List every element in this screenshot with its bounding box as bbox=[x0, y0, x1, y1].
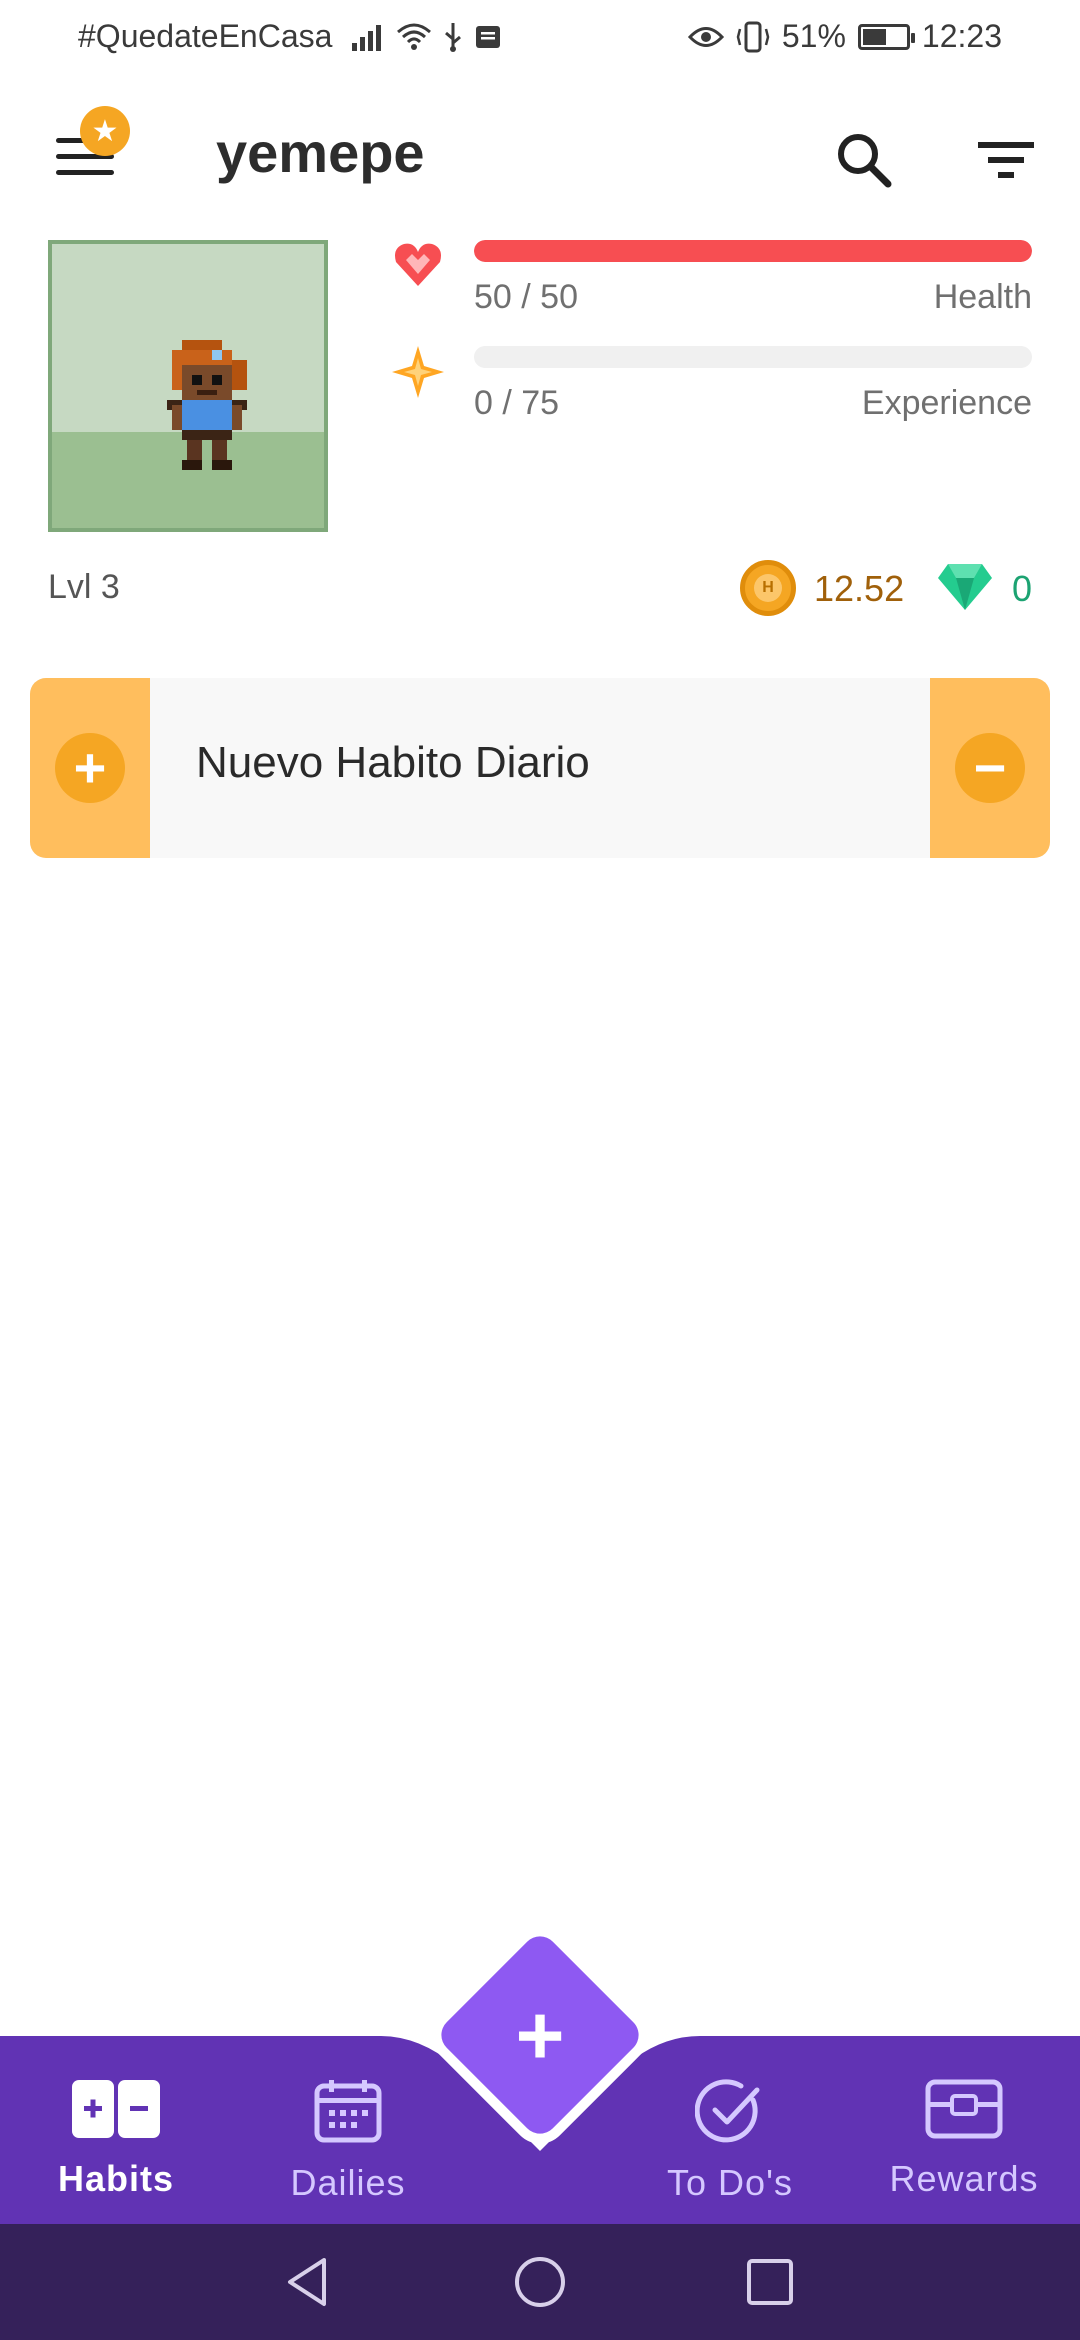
status-left: #QuedateEnCasa bbox=[78, 18, 502, 55]
status-right: 51% 12:23 bbox=[687, 18, 1002, 55]
clock: 12:23 bbox=[921, 18, 1002, 54]
page-title: yemepe bbox=[216, 121, 425, 184]
recents-icon[interactable] bbox=[742, 2254, 798, 2310]
eye-icon bbox=[687, 26, 724, 47]
star-icon bbox=[392, 346, 444, 398]
nav-dailies-label: Dailies bbox=[290, 2162, 406, 2203]
minus-icon: − bbox=[955, 733, 1025, 803]
habit-title: Nuevo Habito Diario bbox=[196, 738, 590, 787]
health-label: Health bbox=[933, 278, 1032, 316]
nav-todos[interactable]: To Do's bbox=[640, 2078, 820, 2218]
heart-icon bbox=[395, 243, 441, 286]
avatar-character bbox=[167, 340, 247, 470]
experience-value: 0 / 75 bbox=[474, 384, 560, 422]
notification-icon bbox=[476, 25, 501, 48]
experience-bar bbox=[474, 346, 1032, 368]
health-bar bbox=[474, 240, 1032, 262]
habit-minus-button[interactable]: − bbox=[930, 678, 1050, 858]
nav-rewards-label: Rewards bbox=[889, 2158, 1039, 2199]
filter-button[interactable] bbox=[970, 124, 1042, 196]
vibrate-icon bbox=[736, 21, 770, 52]
health-bar-fill bbox=[474, 240, 1032, 262]
battery-percent: 51% bbox=[781, 18, 846, 54]
app-bar: ★ yemepe bbox=[0, 76, 1080, 236]
habits-icon bbox=[72, 2080, 160, 2138]
check-circle-icon bbox=[695, 2079, 760, 2143]
filter-icon bbox=[978, 142, 1034, 178]
gold-coin-icon: H bbox=[740, 560, 796, 616]
avatar[interactable] bbox=[48, 240, 328, 532]
nav-dailies[interactable]: Dailies bbox=[258, 2078, 438, 2218]
calendar-icon bbox=[314, 2080, 382, 2143]
star-badge-icon: ★ bbox=[80, 106, 130, 156]
gem-icon[interactable] bbox=[936, 560, 994, 612]
nav-rewards[interactable]: Rewards bbox=[874, 2078, 1054, 2218]
system-navigation-bar bbox=[0, 2224, 1080, 2340]
health-value: 50 / 50 bbox=[474, 278, 578, 316]
plus-icon[interactable]: + bbox=[465, 1960, 615, 2110]
back-icon[interactable] bbox=[280, 2254, 336, 2310]
experience-label: Experience bbox=[861, 384, 1032, 422]
chest-icon bbox=[925, 2079, 1003, 2139]
habit-card[interactable]: + Nuevo Habito Diario − bbox=[30, 678, 1050, 858]
nav-todos-label: To Do's bbox=[667, 2162, 793, 2203]
usb-icon bbox=[445, 22, 462, 52]
search-icon bbox=[838, 134, 892, 188]
gem-value: 0 bbox=[1012, 568, 1033, 609]
level-label: Lvl 3 bbox=[48, 568, 120, 606]
home-icon[interactable] bbox=[512, 2254, 568, 2310]
status-bar: #QuedateEnCasa 51% 12:23 bbox=[0, 0, 1080, 76]
signal-icon bbox=[352, 24, 382, 51]
gold-value: 12.52 bbox=[814, 568, 905, 609]
carrier-text: #QuedateEnCasa bbox=[78, 18, 333, 54]
wifi-icon bbox=[397, 23, 432, 50]
plus-icon: + bbox=[55, 733, 125, 803]
search-button[interactable] bbox=[828, 124, 900, 196]
nav-habits-label: Habits bbox=[57, 2158, 175, 2199]
habit-plus-button[interactable]: + bbox=[30, 678, 150, 858]
nav-habits[interactable]: Habits bbox=[26, 2078, 206, 2218]
battery-icon bbox=[857, 23, 915, 50]
